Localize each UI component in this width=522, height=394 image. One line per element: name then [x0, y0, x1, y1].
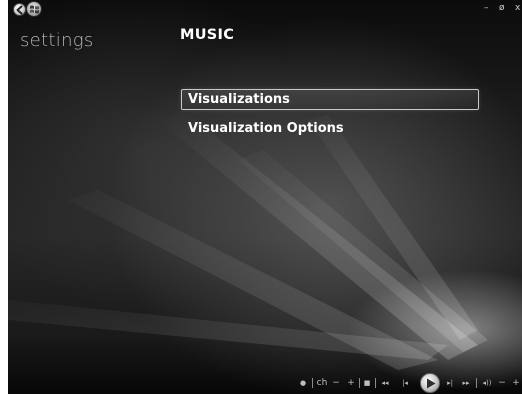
next-button[interactable]: ▸|	[443, 376, 457, 390]
media-center-window: settings MUSIC – ø x Visualizations Visu…	[8, 0, 522, 394]
divider	[312, 378, 313, 388]
volume-down-button[interactable]: −	[497, 376, 507, 390]
light-ray	[8, 300, 448, 360]
page-title: MUSIC	[180, 27, 235, 43]
divider	[359, 378, 360, 388]
background-light-rays	[8, 110, 488, 370]
play-icon	[427, 378, 436, 389]
divider	[476, 378, 477, 388]
channel-down-button[interactable]: −	[331, 376, 341, 390]
windows-flag-icon	[30, 5, 39, 14]
play-button[interactable]	[420, 373, 440, 393]
divider	[375, 378, 376, 388]
volume-up-button[interactable]: +	[511, 376, 521, 390]
light-ray	[158, 110, 478, 360]
channel-up-button[interactable]: +	[346, 376, 356, 390]
menu-item-visualizations[interactable]: Visualizations	[181, 89, 479, 110]
close-button[interactable]: x	[515, 3, 520, 13]
stop-button[interactable]: ■	[362, 376, 372, 390]
section-title: settings	[20, 30, 94, 51]
rewind-button[interactable]: ◂◂	[378, 376, 392, 390]
transport-controls: ● ch − + ■ ◂◂ |◂ ▸| ▸▸ ◂)) − +	[8, 372, 522, 394]
minimize-button[interactable]: –	[484, 3, 489, 13]
start-button[interactable]	[26, 1, 42, 17]
back-arrow-icon	[16, 5, 23, 15]
menu-item-visualization-options[interactable]: Visualization Options	[181, 119, 344, 140]
restore-button[interactable]: ø	[499, 3, 505, 13]
light-ray	[308, 115, 478, 340]
previous-button[interactable]: |◂	[398, 376, 412, 390]
light-ray	[238, 150, 488, 352]
fast-forward-button[interactable]: ▸▸	[459, 376, 473, 390]
back-button[interactable]	[13, 3, 26, 16]
record-button[interactable]: ●	[298, 376, 308, 390]
light-ray	[68, 190, 438, 370]
mute-button[interactable]: ◂))	[479, 376, 495, 390]
channel-label: ch	[316, 378, 328, 388]
